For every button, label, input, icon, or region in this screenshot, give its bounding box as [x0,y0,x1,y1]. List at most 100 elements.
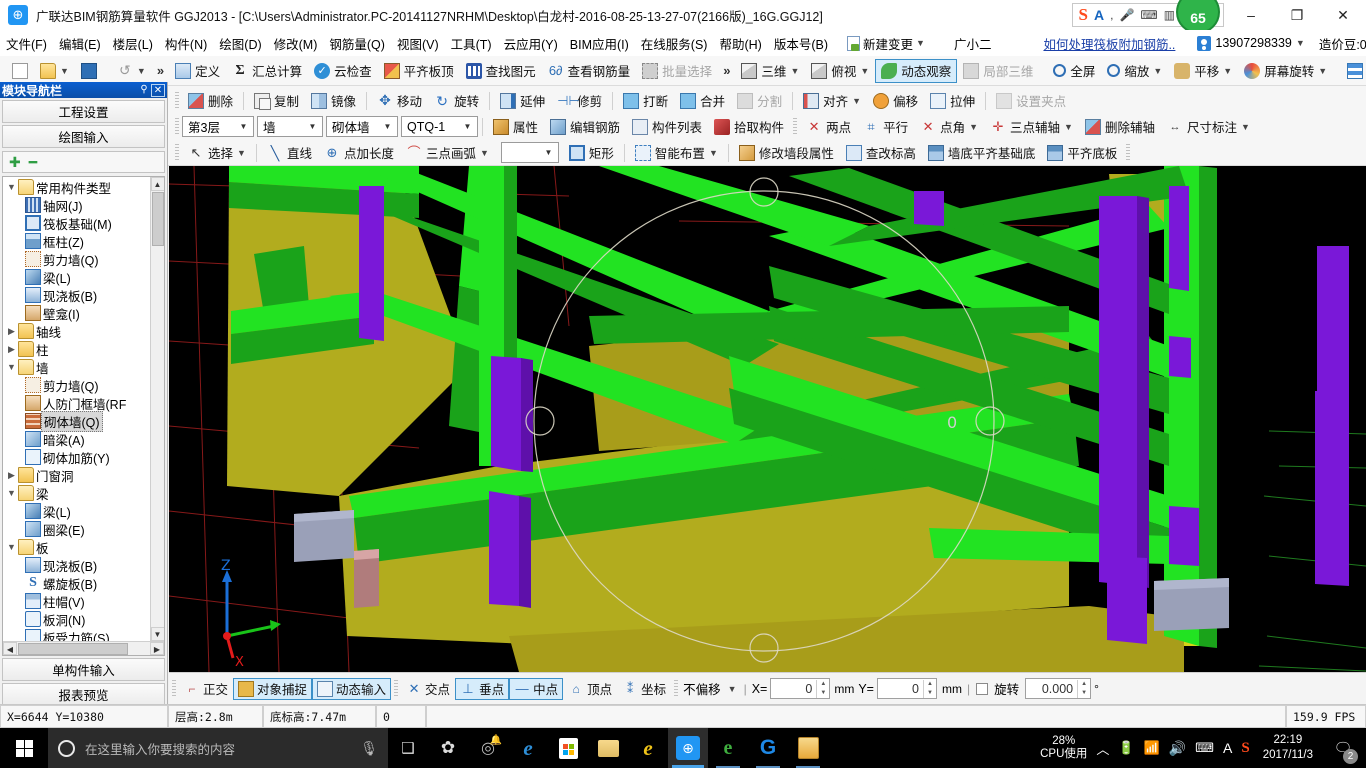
tree-node-masonry-wall[interactable]: 砌体墙(Q) [3,410,150,432]
copy-button[interactable]: 复制 [248,89,305,113]
account-chevron-down-icon[interactable]: ▼ [1296,38,1305,48]
cpu-usage-indicator[interactable]: 28% CPU使用 [1040,735,1087,761]
expander-icon[interactable]: ▼ [5,488,18,498]
stretch-button[interactable]: 拉伸 [924,89,981,113]
single-component-input-button[interactable]: 单构件输入 [2,658,165,681]
menu-bim[interactable]: BIM应用(I) [564,31,635,56]
account-area[interactable]: 13907298339 ▼ [1197,35,1305,51]
rotate-input[interactable]: 0.000 ▲ ▼ [1025,678,1092,699]
volume-icon[interactable]: 🔊 [1169,740,1186,757]
x-offset-input[interactable]: 0 ▲ ▼ [770,678,831,699]
menu-help[interactable]: 帮助(H) [713,31,767,56]
select-floor-button[interactable]: 选择楼层 [1341,59,1366,83]
comma-icon[interactable]: , [1110,8,1113,22]
coordinate-snap[interactable]: ⁑ 坐标 [617,678,671,700]
score-badge[interactable]: 65 [1176,0,1220,34]
object-snap-toggle[interactable]: 对象捕捉 [233,677,313,700]
point-angle-chevron-down-icon[interactable]: ▼ [969,122,978,132]
menu-file[interactable]: 文件(F) [0,31,53,56]
scroll-right-icon[interactable]: ▶ [150,642,164,655]
x-spinner[interactable]: ▲ ▼ [816,679,829,698]
microphone-icon[interactable]: 🎙 [360,740,378,757]
ime-a-icon[interactable]: A [1223,740,1232,756]
tree-node-frame-column[interactable]: 框柱(Z) [3,232,150,250]
tree-node-openings[interactable]: ▶ 门窗洞 [3,466,150,484]
maximize-button[interactable]: ❐ [1274,0,1320,30]
batch-select-button[interactable]: 批量选择 [636,59,718,83]
three-point-axis-button[interactable]: ✛ 三点辅轴 ▼ [984,115,1079,139]
y-offset-input[interactable]: 0 ▲ ▼ [876,678,937,699]
axis-toolbar-gripper[interactable] [793,117,798,136]
offset-mode-chevron-down-icon[interactable]: ▼ [721,684,744,694]
zoom-chevron-down-icon[interactable]: ▼ [1153,66,1162,76]
expander-icon[interactable]: ▼ [5,182,18,192]
offset-button[interactable]: 偏移 [867,89,924,113]
tree-vertical-scrollbar[interactable]: ▲ ▼ [150,177,164,641]
screen-rotate-button[interactable]: 屏幕旋转 ▼ [1238,59,1333,83]
remove-icon[interactable]: ━ [29,154,37,171]
draw-extra-select[interactable]: ▼ [500,142,559,163]
taskbar-item-green-browser[interactable]: e [708,728,748,768]
pick-component-button[interactable]: 拾取构件 [708,115,790,139]
rectangle-button[interactable]: 矩形 [563,141,620,165]
parallel-button[interactable]: ⌗ 平行 [857,115,914,139]
three-point-axis-chevron-down-icon[interactable]: ▼ [1064,122,1073,132]
name-select-chevron-down-icon[interactable]: ▼ [460,122,475,131]
split-button[interactable]: 分割 [731,89,788,113]
offset-gripper[interactable] [674,679,679,698]
draw-toolbar-gripper[interactable] [175,143,179,162]
calendar-icon[interactable]: ▥ [1164,8,1175,22]
menu-tools[interactable]: 工具(T) [445,31,498,56]
top-view-chevron-down-icon[interactable]: ▼ [860,66,869,76]
taskbar-item-cortana[interactable]: ◎ 🔔 [468,728,508,768]
pin-icon[interactable]: ⚲ [137,84,151,97]
local-3d-button[interactable]: 局部三维 [957,59,1039,83]
select-tool-chevron-down-icon[interactable]: ▼ [237,148,246,158]
undo-chevron-down-icon[interactable]: ▼ [137,66,146,76]
top-view-button[interactable]: 俯视 ▼ [805,59,875,83]
move-button[interactable]: ✥ 移动 [371,89,428,113]
tree-node-shear-wall[interactable]: 剪力墙(Q) [3,376,150,394]
open-file-button[interactable]: ▼ [34,59,75,83]
taskbar-clock[interactable]: 22:19 2017/11/3 [1259,733,1317,763]
notification-center-button[interactable]: 🗨 2 [1326,728,1360,768]
wall-base-align-button[interactable]: 墙底平齐基础底 [922,141,1042,165]
tree-node-axis-grid[interactable]: 轴网(J) [3,196,150,214]
account-phone[interactable]: 13907298339 [1215,36,1291,50]
keyboard-icon[interactable]: ⌨ [1195,740,1214,756]
mirror-button[interactable]: 镜像 [305,89,362,113]
tree-node-beam[interactable]: 梁(L) [3,502,150,520]
menu-cloud[interactable]: 云应用(Y) [498,31,564,56]
tree-node-spiral-slab[interactable]: S 螺旋板(B) [3,574,150,592]
dynamic-input-toggle[interactable]: 动态输入 [312,677,392,700]
trim-button[interactable]: ⊣⊢ 修剪 [551,89,608,113]
taskbar-item-360[interactable]: G [748,728,788,768]
tree-node-axis-lines[interactable]: ▶ 轴线 [3,322,150,340]
tree-node-raft-foundation[interactable]: 筏板基础(M) [3,214,150,232]
type-select-chevron-down-icon[interactable]: ▼ [305,122,320,131]
horizontal-scroll-thumb[interactable] [18,642,128,655]
tree-node-columns[interactable]: ▶ 柱 [3,340,150,358]
subtype-select-chevron-down-icon[interactable]: ▼ [380,122,395,131]
show-hidden-icon[interactable]: ︿ [1096,739,1109,758]
align-slab-top-button[interactable]: 平齐板顶 [378,59,460,83]
perpendicular-snap[interactable]: ⊥ 垂点 [455,677,510,700]
arc-chevron-down-icon[interactable]: ▼ [480,148,489,158]
tree-node-slab-hole[interactable]: 板洞(N) [3,610,150,628]
minimize-button[interactable]: – [1228,0,1274,30]
edit-rebar-button[interactable]: 编辑钢筋 [544,115,626,139]
taskbar-item-explorer[interactable] [588,728,628,768]
three-point-arc-button[interactable]: ⌒ 三点画弧 ▼ [400,141,495,165]
y-spinner[interactable]: ▲ ▼ [922,679,936,698]
start-button[interactable] [0,728,48,768]
tree-node-ring-beam[interactable]: 圈梁(E) [3,520,150,538]
expander-icon[interactable]: ▶ [5,470,18,481]
line-tool-button[interactable]: ╲ 直线 [261,141,318,165]
menu-modify[interactable]: 修改(M) [268,31,324,56]
view-3d-button[interactable]: 三维 ▼ [735,59,805,83]
component-list-button[interactable]: 构件列表 [626,115,708,139]
align-chevron-down-icon[interactable]: ▼ [852,96,861,106]
3d-viewport[interactable]: 0 Z X [169,166,1366,672]
tree-node-cast-slab[interactable]: 现浇板(B) [3,556,150,574]
floor-select[interactable]: 第3层 ▼ [182,116,254,137]
